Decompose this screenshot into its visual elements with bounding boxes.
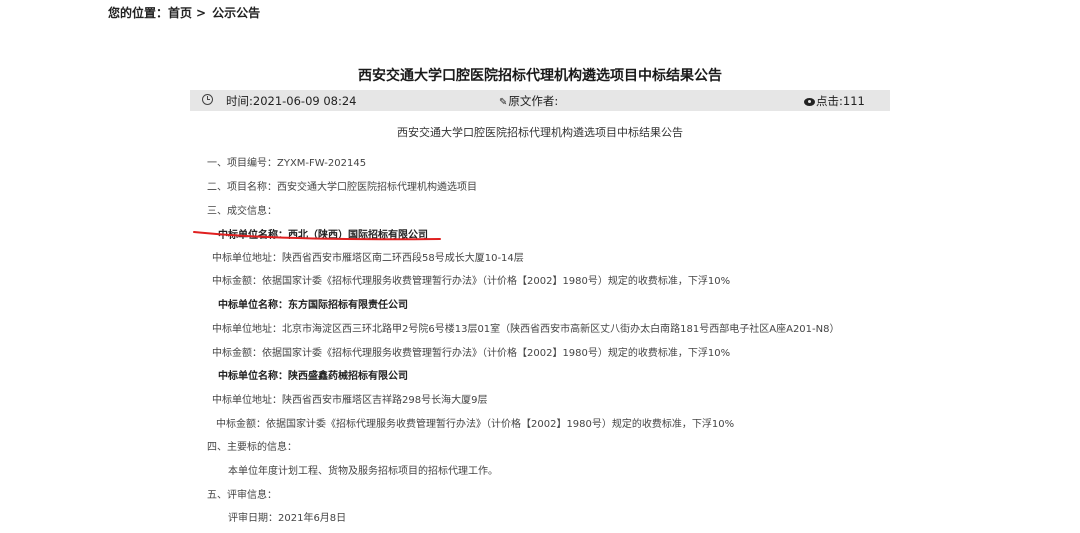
clock-icon <box>202 94 213 105</box>
winner-3-address: 中标单位地址：陕西省西安市雁塔区吉祥路298号长海大厦9层 <box>212 395 488 406</box>
winner-2-name: 中标单位名称：东方国际招标有限责任公司 <box>218 300 408 311</box>
author-text: 原文作者: <box>508 94 559 108</box>
author-info: ✎原文作者: <box>499 93 558 109</box>
winner-2-address: 中标单位地址：北京市海淀区西三环北路甲2号院6号楼13层01室（陕西省西安市高新… <box>212 324 840 335</box>
winner-1-amount: 中标金额：依据国家计委《招标代理服务收费管理暂行办法》（计价格【2002】198… <box>212 276 731 287</box>
pencil-icon: ✎ <box>499 97 508 108</box>
article-title-text: 西安交通大学口腔医院招标代理机构遴选项目中标结果公告 <box>358 68 722 84</box>
winner-3-name: 中标单位名称：陕西盛鑫药械招标有限公司 <box>218 371 408 382</box>
project-name: 二、项目名称：西安交通大学口腔医院招标代理机构遴选项目 <box>207 182 477 193</box>
review-info-heading: 五、评审信息： <box>207 490 277 501</box>
breadcrumb-separator: > <box>196 6 207 20</box>
article-subtitle: 西安交通大学口腔医院招标代理机构遴选项目中标结果公告 <box>397 126 683 139</box>
breadcrumb-home-link[interactable]: 首页 <box>168 4 192 21</box>
main-subject-text: 本单位年度计划工程、货物及服务招标项目的招标代理工作。 <box>228 466 498 477</box>
breadcrumb-current[interactable]: 公示公告 <box>212 4 260 21</box>
article-meta-bar: 时间:2021-06-09 08:24 ✎原文作者: 点击:111 <box>190 90 890 111</box>
project-number: 一、项目编号：ZYXM-FW-202145 <box>207 158 367 169</box>
breadcrumb: 您的位置：首页 > 公示公告 <box>108 4 260 21</box>
winner-1-address: 中标单位地址：陕西省西安市雁塔区南二环西段58号成长大厦10-14层 <box>212 253 524 264</box>
click-count-text: 点击:111 <box>816 94 865 108</box>
publish-time: 时间:2021-06-09 08:24 <box>226 94 357 108</box>
breadcrumb-label: 您的位置： <box>108 6 169 20</box>
article-title: 西安交通大学口腔医院招标代理机构遴选项目中标结果公告 <box>0 65 1080 85</box>
main-subject-heading: 四、主要标的信息： <box>207 442 297 453</box>
winner-2-amount: 中标金额：依据国家计委《招标代理服务收费管理暂行办法》（计价格【2002】198… <box>212 348 731 359</box>
eye-icon <box>804 98 815 106</box>
winner-3-amount: 中标金额：依据国家计委《招标代理服务收费管理暂行办法》（计价格【2002】198… <box>216 419 735 430</box>
click-count: 点击:111 <box>804 93 865 109</box>
review-date: 评审日期：2021年6月8日 <box>228 513 347 524</box>
red-underline-annotation <box>193 231 441 241</box>
deal-info-heading: 三、成交信息： <box>207 206 277 217</box>
